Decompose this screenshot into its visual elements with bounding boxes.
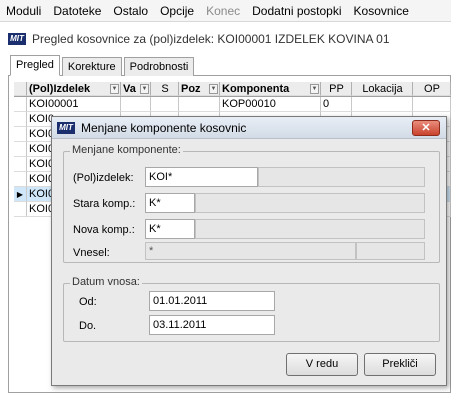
stara-komp-description <box>195 193 425 213</box>
window-title: Pregled kosovnice za (pol)izdelek: KOI00… <box>32 32 390 46</box>
table-row[interactable]: KOI00001 KOP00010 0 <box>14 97 451 112</box>
table-cell[interactable]: KOP00010 <box>220 97 321 112</box>
menu-datoteke[interactable]: Datoteke <box>47 0 107 22</box>
group-menjane-komponente: Menjane komponente: (Pol)izdelek: KOI* S… <box>63 144 440 263</box>
menu-opcije[interactable]: Opcije <box>154 0 200 22</box>
nova-komp-label: Nova komp.: <box>73 224 135 236</box>
column-header-lokacija[interactable]: Lokacija <box>352 82 413 96</box>
column-header-label: Poz <box>181 82 201 95</box>
vnesel-input: * <box>145 242 356 260</box>
close-icon[interactable]: ✕ <box>412 120 440 136</box>
dialog-titlebar[interactable]: MIT Menjane komponente kosovnic ✕ <box>52 117 446 139</box>
column-header-label: S <box>161 82 169 95</box>
group-legend: Datum vnosa: <box>70 276 142 288</box>
sort-icon[interactable]: ▼ <box>209 83 218 94</box>
polizdelek-input[interactable]: KOI* <box>145 167 258 187</box>
sort-icon[interactable]: ▼ <box>310 83 319 94</box>
menu-konec: Konec <box>206 3 241 18</box>
grid-row-indicator-header <box>14 82 27 96</box>
row-indicator: ▶ <box>14 187 27 202</box>
tab-bar: Pregled Korekture Podrobnosti <box>10 55 196 76</box>
tab-korekture[interactable]: Korekture <box>61 57 122 76</box>
row-indicator <box>14 172 27 187</box>
row-indicator <box>14 157 27 172</box>
window-header: MIT Pregled kosovnice za (pol)izdelek: K… <box>0 28 451 50</box>
od-label: Od: <box>79 296 97 308</box>
row-indicator <box>14 202 27 217</box>
table-cell[interactable] <box>179 97 220 112</box>
cancel-button[interactable]: Prekliči <box>364 353 436 376</box>
column-header-polizdelek[interactable]: (Pol)Izdelek ▼ <box>27 82 121 96</box>
row-indicator <box>14 127 27 142</box>
nova-komp-description <box>195 219 425 239</box>
tab-pregled[interactable]: Pregled <box>10 55 60 76</box>
column-header-label: Komponenta <box>222 82 290 95</box>
row-indicator <box>14 97 27 112</box>
dialog-title: Menjane komponente kosovnic <box>81 120 247 135</box>
column-header-label: Lokacija <box>362 82 403 95</box>
tab-podrobnosti[interactable]: Podrobnosti <box>123 57 195 76</box>
table-cell[interactable]: KOI00001 <box>27 97 121 112</box>
group-legend: Menjane komponente: <box>70 144 183 156</box>
column-header-pp[interactable]: PP <box>321 82 352 96</box>
column-header-label: PP <box>329 82 344 95</box>
table-cell[interactable] <box>413 97 451 112</box>
menu-kosovnice[interactable]: Kosovnice <box>348 0 415 22</box>
od-date-input[interactable]: 01.01.2011 <box>149 291 275 311</box>
ok-button[interactable]: V redu <box>286 353 358 376</box>
table-cell[interactable] <box>352 97 413 112</box>
table-cell[interactable] <box>151 97 179 112</box>
column-header-label: Va <box>123 82 136 95</box>
grid-header-row: (Pol)Izdelek ▼ Va ▼ S Poz ▼ Komponenta ▼ PP … <box>14 82 451 97</box>
column-header-poz[interactable]: Poz ▼ <box>179 82 220 96</box>
menu-dodatni-postopki[interactable]: Dodatni postopki <box>246 0 347 22</box>
column-header-va[interactable]: Va ▼ <box>121 82 151 96</box>
do-date-input[interactable]: 03.11.2011 <box>149 315 275 335</box>
menjane-komponente-dialog: MIT Menjane komponente kosovnic ✕ Menjan… <box>51 116 447 386</box>
menu-ostalo[interactable]: Ostalo <box>107 0 154 22</box>
app-logo-icon: MIT <box>8 33 26 45</box>
sort-icon[interactable]: ▼ <box>140 83 149 94</box>
column-header-s[interactable]: S <box>151 82 179 96</box>
do-label: Do. <box>79 320 97 332</box>
row-indicator <box>14 112 27 127</box>
menu-moduli[interactable]: Moduli <box>0 0 47 22</box>
table-cell[interactable] <box>121 97 151 112</box>
table-cell[interactable]: 0 <box>321 97 352 112</box>
polizdelek-label: (Pol)izdelek: <box>73 172 134 184</box>
polizdelek-description <box>258 167 425 187</box>
menubar: Moduli Datoteke Ostalo Opcije Konec Doda… <box>0 0 451 22</box>
column-header-label: (Pol)Izdelek <box>29 82 91 95</box>
app-logo-icon: MIT <box>57 121 75 134</box>
vnesel-description <box>356 242 425 260</box>
column-header-op[interactable]: OP <box>413 82 451 96</box>
vnesel-label: Vnesel: <box>73 247 110 259</box>
column-header-komponenta[interactable]: Komponenta ▼ <box>220 82 321 96</box>
nova-komp-input[interactable]: K* <box>145 219 195 239</box>
stara-komp-label: Stara komp.: <box>73 198 136 210</box>
row-indicator <box>14 142 27 157</box>
column-header-label: OP <box>424 82 440 95</box>
group-datum-vnosa: Datum vnosa: Od: 01.01.2011 Do. 03.11.20… <box>63 276 440 342</box>
stara-komp-input[interactable]: K* <box>145 193 195 213</box>
row-pointer-icon: ▶ <box>16 190 24 199</box>
sort-icon[interactable]: ▼ <box>110 83 119 94</box>
